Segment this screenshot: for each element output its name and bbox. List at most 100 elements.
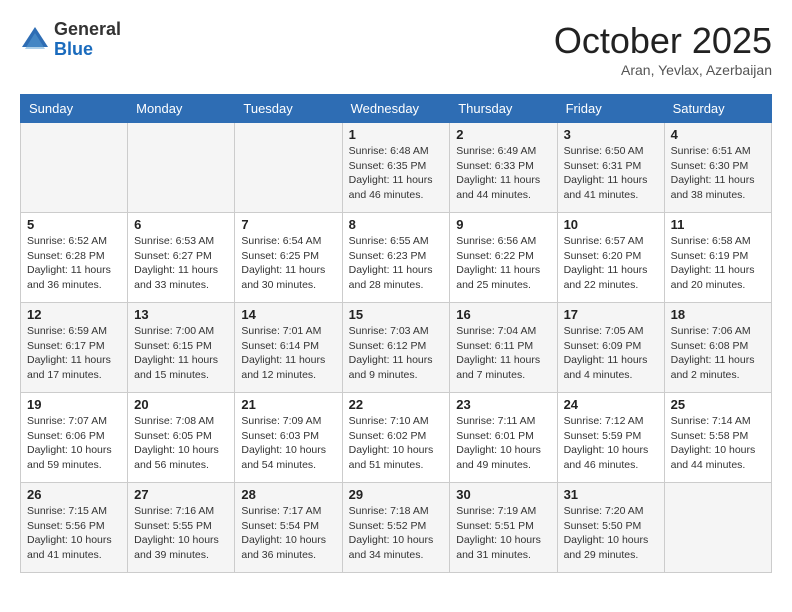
day-info: Sunrise: 6:48 AMSunset: 6:35 PMDaylight:… — [349, 144, 444, 203]
day-number: 13 — [134, 307, 228, 322]
day-info: Sunrise: 7:09 AMSunset: 6:03 PMDaylight:… — [241, 414, 335, 473]
calendar-week-row: 19 Sunrise: 7:07 AMSunset: 6:06 PMDayligh… — [21, 393, 772, 483]
day-number: 5 — [27, 217, 121, 232]
day-info: Sunrise: 6:57 AMSunset: 6:20 PMDaylight:… — [564, 234, 658, 293]
calendar-cell: 6 Sunrise: 6:53 AMSunset: 6:27 PMDaylight… — [128, 213, 235, 303]
day-info: Sunrise: 7:01 AMSunset: 6:14 PMDaylight:… — [241, 324, 335, 383]
day-info: Sunrise: 7:03 AMSunset: 6:12 PMDaylight:… — [349, 324, 444, 383]
calendar-cell: 9 Sunrise: 6:56 AMSunset: 6:22 PMDaylight… — [450, 213, 557, 303]
calendar-cell: 30 Sunrise: 7:19 AMSunset: 5:51 PMDayligh… — [450, 483, 557, 573]
day-number: 6 — [134, 217, 228, 232]
day-number: 25 — [671, 397, 765, 412]
day-number: 23 — [456, 397, 550, 412]
day-number: 9 — [456, 217, 550, 232]
calendar-cell — [235, 123, 342, 213]
calendar-cell: 28 Sunrise: 7:17 AMSunset: 5:54 PMDayligh… — [235, 483, 342, 573]
calendar-cell — [664, 483, 771, 573]
calendar-cell: 7 Sunrise: 6:54 AMSunset: 6:25 PMDaylight… — [235, 213, 342, 303]
calendar-cell: 21Sunrise: 7:09 AMSunset: 6:03 PMDayligh… — [235, 393, 342, 483]
calendar-cell: 14 Sunrise: 7:01 AMSunset: 6:14 PMDayligh… — [235, 303, 342, 393]
title-block: October 2025 Aran, Yevlax, Azerbaijan — [554, 20, 772, 78]
calendar-cell: 11Sunrise: 6:58 AMSunset: 6:19 PMDayligh… — [664, 213, 771, 303]
day-info: Sunrise: 7:14 AMSunset: 5:58 PMDaylight:… — [671, 414, 765, 473]
calendar-cell: 26 Sunrise: 7:15 AMSunset: 5:56 PMDayligh… — [21, 483, 128, 573]
day-info: Sunrise: 6:53 AMSunset: 6:27 PMDaylight:… — [134, 234, 228, 293]
day-number: 8 — [349, 217, 444, 232]
day-number: 18 — [671, 307, 765, 322]
day-info: Sunrise: 7:19 AMSunset: 5:51 PMDaylight:… — [456, 504, 550, 563]
calendar-cell: 23 Sunrise: 7:11 AMSunset: 6:01 PMDayligh… — [450, 393, 557, 483]
day-info: Sunrise: 7:17 AMSunset: 5:54 PMDaylight:… — [241, 504, 335, 563]
day-number: 24 — [564, 397, 658, 412]
day-info: Sunrise: 6:59 AMSunset: 6:17 PMDaylight:… — [27, 324, 121, 383]
day-info: Sunrise: 7:11 AMSunset: 6:01 PMDaylight:… — [456, 414, 550, 473]
day-number: 7 — [241, 217, 335, 232]
day-number: 19 — [27, 397, 121, 412]
day-number: 2 — [456, 127, 550, 142]
day-number: 3 — [564, 127, 658, 142]
calendar-week-row: 5 Sunrise: 6:52 AMSunset: 6:28 PMDaylight… — [21, 213, 772, 303]
calendar-cell: 18 Sunrise: 7:06 AMSunset: 6:08 PMDayligh… — [664, 303, 771, 393]
calendar-cell: 10 Sunrise: 6:57 AMSunset: 6:20 PMDayligh… — [557, 213, 664, 303]
day-info: Sunrise: 7:00 AMSunset: 6:15 PMDaylight:… — [134, 324, 228, 383]
weekday-header: Sunday — [21, 95, 128, 123]
day-number: 28 — [241, 487, 335, 502]
day-info: Sunrise: 7:15 AMSunset: 5:56 PMDaylight:… — [27, 504, 121, 563]
calendar-cell: 29 Sunrise: 7:18 AMSunset: 5:52 PMDayligh… — [342, 483, 450, 573]
logo: General Blue — [20, 20, 121, 60]
weekday-header: Wednesday — [342, 95, 450, 123]
weekday-header: Monday — [128, 95, 235, 123]
day-number: 15 — [349, 307, 444, 322]
day-info: Sunrise: 7:18 AMSunset: 5:52 PMDaylight:… — [349, 504, 444, 563]
calendar-cell — [21, 123, 128, 213]
day-number: 30 — [456, 487, 550, 502]
calendar-cell: 13 Sunrise: 7:00 AMSunset: 6:15 PMDayligh… — [128, 303, 235, 393]
day-number: 12 — [27, 307, 121, 322]
day-number: 10 — [564, 217, 658, 232]
day-info: Sunrise: 7:07 AMSunset: 6:06 PMDaylight:… — [27, 414, 121, 473]
day-number: 22 — [349, 397, 444, 412]
weekday-header: Tuesday — [235, 95, 342, 123]
day-number: 20 — [134, 397, 228, 412]
day-info: Sunrise: 7:05 AMSunset: 6:09 PMDaylight:… — [564, 324, 658, 383]
day-info: Sunrise: 6:52 AMSunset: 6:28 PMDaylight:… — [27, 234, 121, 293]
day-info: Sunrise: 7:10 AMSunset: 6:02 PMDaylight:… — [349, 414, 444, 473]
calendar-cell: 8 Sunrise: 6:55 AMSunset: 6:23 PMDaylight… — [342, 213, 450, 303]
calendar-cell: 22 Sunrise: 7:10 AMSunset: 6:02 PMDayligh… — [342, 393, 450, 483]
calendar-cell: 31Sunrise: 7:20 AMSunset: 5:50 PMDayligh… — [557, 483, 664, 573]
calendar-cell: 17 Sunrise: 7:05 AMSunset: 6:09 PMDayligh… — [557, 303, 664, 393]
logo-icon — [20, 25, 50, 55]
day-info: Sunrise: 6:50 AMSunset: 6:31 PMDaylight:… — [564, 144, 658, 203]
weekday-header-row: SundayMondayTuesdayWednesdayThursdayFrid… — [21, 95, 772, 123]
calendar-week-row: 1 Sunrise: 6:48 AMSunset: 6:35 PMDaylight… — [21, 123, 772, 213]
day-number: 11 — [671, 217, 765, 232]
calendar-cell: 19 Sunrise: 7:07 AMSunset: 6:06 PMDayligh… — [21, 393, 128, 483]
day-info: Sunrise: 7:16 AMSunset: 5:55 PMDaylight:… — [134, 504, 228, 563]
day-info: Sunrise: 7:08 AMSunset: 6:05 PMDaylight:… — [134, 414, 228, 473]
calendar-cell: 2Sunrise: 6:49 AMSunset: 6:33 PMDaylight… — [450, 123, 557, 213]
weekday-header: Thursday — [450, 95, 557, 123]
page-header: General Blue October 2025 Aran, Yevlax, … — [20, 20, 772, 78]
day-info: Sunrise: 6:55 AMSunset: 6:23 PMDaylight:… — [349, 234, 444, 293]
day-info: Sunrise: 7:06 AMSunset: 6:08 PMDaylight:… — [671, 324, 765, 383]
day-info: Sunrise: 6:51 AMSunset: 6:30 PMDaylight:… — [671, 144, 765, 203]
month-title: October 2025 — [554, 20, 772, 62]
day-number: 14 — [241, 307, 335, 322]
day-number: 27 — [134, 487, 228, 502]
day-info: Sunrise: 6:54 AMSunset: 6:25 PMDaylight:… — [241, 234, 335, 293]
calendar-cell: 20 Sunrise: 7:08 AMSunset: 6:05 PMDayligh… — [128, 393, 235, 483]
day-number: 4 — [671, 127, 765, 142]
day-number: 17 — [564, 307, 658, 322]
day-info: Sunrise: 6:56 AMSunset: 6:22 PMDaylight:… — [456, 234, 550, 293]
calendar-cell: 12 Sunrise: 6:59 AMSunset: 6:17 PMDayligh… — [21, 303, 128, 393]
calendar-week-row: 26 Sunrise: 7:15 AMSunset: 5:56 PMDayligh… — [21, 483, 772, 573]
weekday-header: Friday — [557, 95, 664, 123]
day-number: 29 — [349, 487, 444, 502]
day-number: 31 — [564, 487, 658, 502]
calendar-cell: 4 Sunrise: 6:51 AMSunset: 6:30 PMDaylight… — [664, 123, 771, 213]
day-number: 26 — [27, 487, 121, 502]
day-number: 1 — [349, 127, 444, 142]
calendar-cell: 25 Sunrise: 7:14 AMSunset: 5:58 PMDayligh… — [664, 393, 771, 483]
calendar-cell: 1 Sunrise: 6:48 AMSunset: 6:35 PMDaylight… — [342, 123, 450, 213]
day-info: Sunrise: 7:04 AMSunset: 6:11 PMDaylight:… — [456, 324, 550, 383]
